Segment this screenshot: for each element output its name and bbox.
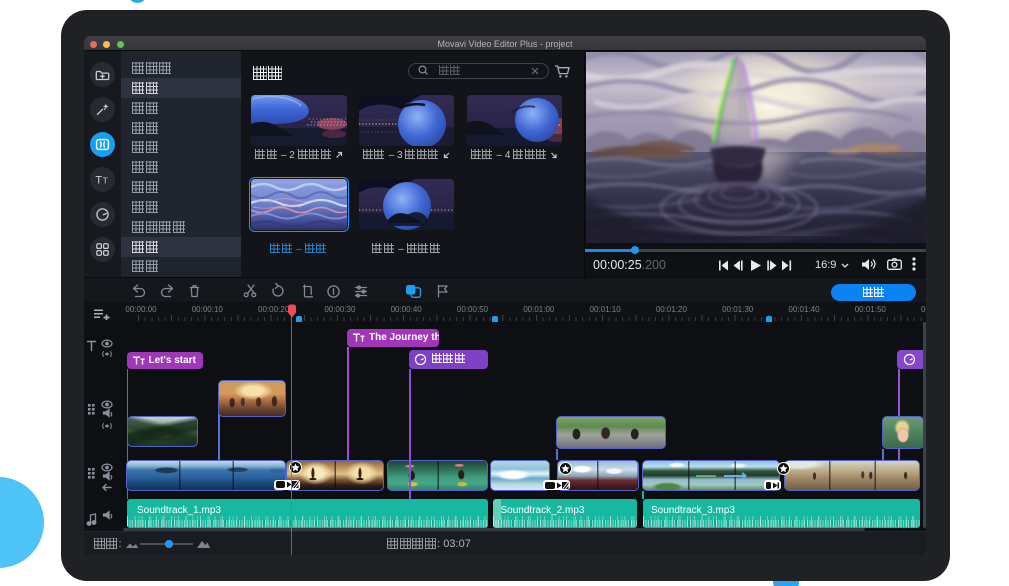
svg-text:T: T	[102, 175, 107, 185]
svg-text:T: T	[95, 174, 102, 186]
